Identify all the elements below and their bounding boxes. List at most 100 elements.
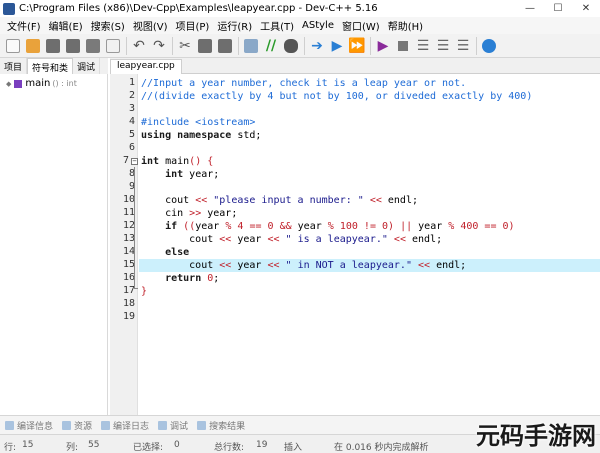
run-icon[interactable]: ▶ xyxy=(329,38,345,54)
menu-bar: 文件(F) 编辑(E) 搜索(S) 视图(V) 项目(P) 运行(R) 工具(T… xyxy=(0,17,600,34)
tab-debug[interactable]: 调试 xyxy=(73,58,101,74)
toolbar-separator xyxy=(238,36,239,55)
menu-search[interactable]: 搜索(S) xyxy=(87,18,129,33)
new-file-icon[interactable] xyxy=(5,38,21,54)
toolbar-separator xyxy=(172,36,173,55)
tab-search-results[interactable]: 搜索结果 xyxy=(197,419,245,432)
tab-compiler-messages[interactable]: 编译信息 xyxy=(5,419,53,432)
line-number: 17 xyxy=(122,285,135,296)
paste-icon[interactable] xyxy=(217,38,233,54)
line-number: 5 xyxy=(128,129,135,140)
tree-expander-icon[interactable]: ◆ xyxy=(6,80,11,88)
status-col: 55 xyxy=(88,440,100,450)
tree-item-main[interactable]: ◆ main () : int xyxy=(6,78,77,89)
line-number: 9 xyxy=(128,181,135,192)
code-line-10: cout << "please input a number: " << end… xyxy=(141,195,418,206)
maximize-button[interactable]: ☐ xyxy=(544,0,572,17)
unindent-icon[interactable]: ☰ xyxy=(435,38,451,54)
open-folder-icon[interactable] xyxy=(25,38,41,54)
compile-icon[interactable]: ➔ xyxy=(309,38,325,54)
status-line-label: 行: xyxy=(4,443,17,453)
cut-icon[interactable]: ✂ xyxy=(177,38,193,54)
close-all-icon[interactable] xyxy=(105,38,121,54)
fold-toggle-icon[interactable]: − xyxy=(131,158,138,165)
compiler-icon xyxy=(5,420,14,430)
menu-window[interactable]: 窗口(W) xyxy=(338,18,384,33)
save-icon[interactable] xyxy=(45,38,61,54)
indent-icon[interactable]: ☰ xyxy=(415,38,431,54)
line-number: 3 xyxy=(128,103,135,114)
line-number: 1 xyxy=(128,77,135,88)
fold-guide xyxy=(134,167,135,288)
line-number-gutter: 1 2 3 4 5 6 7 8 9 10 11 12 13 14 15 16 1… xyxy=(110,74,138,415)
tree-item-type: () : int xyxy=(52,79,77,88)
tab-project[interactable]: 项目 xyxy=(0,58,28,74)
status-line: 15 xyxy=(22,440,34,450)
line-number: 12 xyxy=(122,220,135,231)
menu-edit[interactable]: 编辑(E) xyxy=(45,18,87,33)
watermark: 元码手游网 xyxy=(476,422,596,450)
comment-icon[interactable]: // xyxy=(263,38,279,54)
line-number: 10 xyxy=(122,194,135,205)
stop-icon[interactable] xyxy=(395,38,411,54)
line-number: 6 xyxy=(128,142,135,153)
toolbar-separator xyxy=(126,36,127,55)
menu-help[interactable]: 帮助(H) xyxy=(384,18,427,33)
toggle-breakpoint-icon[interactable]: ☰ xyxy=(455,38,471,54)
redo-icon[interactable]: ↷ xyxy=(151,38,167,54)
function-icon xyxy=(14,79,23,88)
debug-icon[interactable]: ▶ xyxy=(375,38,391,54)
code-editor[interactable]: 1 2 3 4 5 6 7 8 9 10 11 12 13 14 15 16 1… xyxy=(110,74,600,415)
line-number: 15 xyxy=(122,259,135,270)
class-browser: ◆ main () : int xyxy=(0,74,108,415)
tab-leapyear-cpp[interactable]: leapyear.cpp xyxy=(110,59,182,74)
close-file-icon[interactable] xyxy=(85,38,101,54)
tab-resources[interactable]: 资源 xyxy=(62,419,92,432)
save-all-icon[interactable] xyxy=(65,38,81,54)
code-line-2: //(divide exactly by 4 but not by 100, o… xyxy=(141,91,533,102)
code-line-13: cout << year << " is a leapyear." << end… xyxy=(141,234,443,245)
about-icon[interactable] xyxy=(481,38,497,54)
code-line-11: cin >> year; xyxy=(141,208,238,219)
code-line-4: #include <iostream> xyxy=(141,117,256,128)
tree-item-label: main xyxy=(25,78,51,89)
status-total-label: 总行数: xyxy=(214,443,245,453)
toolbar: ↶ ↷ ✂ // ➔ ▶ ⏩ ▶ ☰ ☰ ☰ xyxy=(0,34,600,58)
tab-debug-output[interactable]: 调试 xyxy=(158,419,188,432)
status-parse-time: 在 0.016 秒内完成解析 xyxy=(334,443,429,453)
line-number: 19 xyxy=(122,311,135,322)
window-title: C:\Program Files (x86)\Dev-Cpp\Examples\… xyxy=(19,3,378,14)
window-controls: — ☐ ✕ xyxy=(516,0,600,17)
line-number: 4 xyxy=(128,116,135,127)
toolbar-separator xyxy=(370,36,371,55)
status-mode: 插入 xyxy=(284,443,303,453)
resources-icon xyxy=(62,420,72,430)
status-total: 19 xyxy=(256,440,268,450)
tab-symbols-classes[interactable]: 符号和类 xyxy=(27,58,74,74)
debug-icon xyxy=(158,420,168,430)
menu-view[interactable]: 视图(V) xyxy=(129,18,172,33)
menu-astyle[interactable]: AStyle xyxy=(298,20,338,31)
undo-icon[interactable]: ↶ xyxy=(131,38,147,54)
menu-project[interactable]: 项目(P) xyxy=(172,18,214,33)
copy-icon[interactable] xyxy=(197,38,213,54)
menu-file[interactable]: 文件(F) xyxy=(3,18,45,33)
tab-compile-log[interactable]: 编译日志 xyxy=(101,419,149,432)
line-number: 16 xyxy=(122,272,135,283)
line-number: 18 xyxy=(122,298,135,309)
line-number: 11 xyxy=(122,207,135,218)
minimize-button[interactable]: — xyxy=(516,0,544,17)
compile-run-icon[interactable]: ⏩ xyxy=(348,38,365,54)
menu-run[interactable]: 运行(R) xyxy=(213,18,256,33)
toolbar-separator xyxy=(304,36,305,55)
new-class-icon[interactable] xyxy=(243,38,259,54)
code-line-14: else xyxy=(165,247,190,258)
line-number: 2 xyxy=(128,90,135,101)
code-line-1: //Input a year number, check it is a lea… xyxy=(141,78,467,89)
code-line-5: using namespace std; xyxy=(141,130,262,141)
find-icon[interactable] xyxy=(283,38,299,54)
search-results-icon xyxy=(197,420,207,430)
close-button[interactable]: ✕ xyxy=(572,0,600,17)
title-bar: C:\Program Files (x86)\Dev-Cpp\Examples\… xyxy=(0,0,600,17)
menu-tools[interactable]: 工具(T) xyxy=(256,18,298,33)
